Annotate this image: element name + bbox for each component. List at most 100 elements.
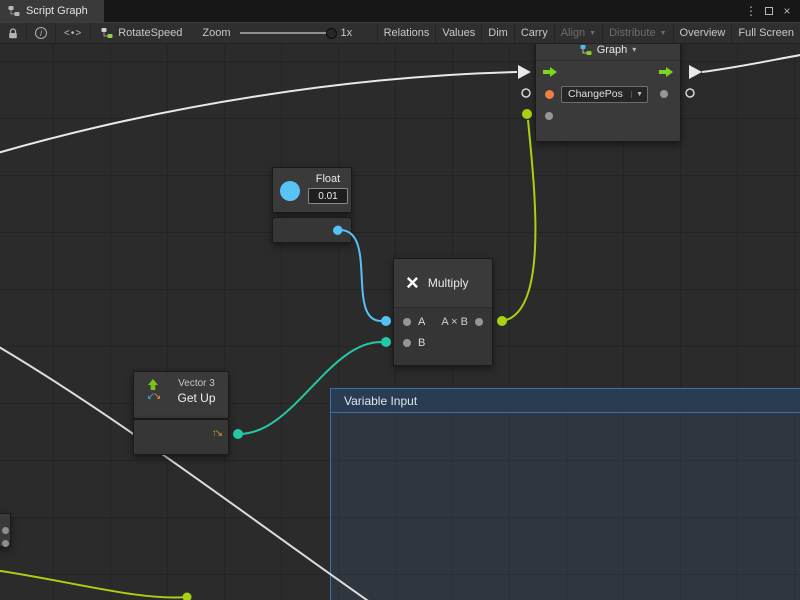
toolbar-button-overview[interactable]: Overview (673, 23, 732, 43)
float-node-content: Float (308, 173, 348, 207)
graph-icon (580, 44, 592, 56)
port-row-b: B (394, 332, 492, 353)
multiply-b-connection-dot[interactable] (381, 337, 391, 347)
flow-output-port-icon[interactable] (658, 66, 674, 78)
vector3-node[interactable]: ↙↘ Vector 3 Get Up (133, 371, 229, 419)
input-port-b[interactable] (403, 339, 411, 347)
graph-node-header[interactable]: Graph ▾ (536, 44, 680, 61)
float-node-body[interactable] (272, 217, 352, 243)
code-view-button[interactable]: <•> (56, 23, 91, 43)
bottom-wire-connection-dot[interactable] (183, 593, 192, 600)
close-button[interactable]: × (778, 0, 796, 22)
multiply-result-connection-dot[interactable] (497, 316, 507, 326)
window-menu-button[interactable]: ⋮ (742, 0, 760, 22)
input-port-a[interactable] (403, 318, 411, 326)
float-node-title: Float (316, 173, 340, 185)
titlebar-drag-area[interactable] (104, 0, 742, 22)
graph-toolbar: i <•> RotateSpeed Zoom 1x Relations (0, 22, 800, 44)
vector3-node-text: Vector 3 Get Up (171, 378, 222, 412)
button-label: Align (561, 27, 585, 39)
chevron-down-icon: ▼ (631, 91, 643, 98)
wire-float-to-multiply-a[interactable] (340, 230, 381, 321)
vector-output-connection-dot[interactable] (233, 429, 243, 439)
variable-input-group[interactable]: Variable Input (330, 388, 800, 600)
maximize-button[interactable] (760, 0, 778, 22)
port-label-b: B (418, 337, 425, 349)
button-label: Full Screen (738, 27, 794, 39)
script-graph-icon (8, 5, 20, 17)
tab-title: Script Graph (26, 5, 88, 17)
offscreen-node-port[interactable] (2, 534, 9, 552)
toolbar-button-fullscreen[interactable]: Full Screen (731, 23, 800, 43)
multiply-icon: × (406, 272, 419, 294)
titlebar: Script Graph ⋮ × (0, 0, 800, 22)
output-port-result[interactable] (475, 318, 483, 326)
graph-breadcrumb[interactable]: RotateSpeed (91, 23, 194, 43)
vector3-output-port[interactable]: ↑↘ (212, 429, 221, 439)
port-row-a: A A × B (394, 311, 492, 332)
float-node[interactable]: Float (272, 167, 352, 213)
toolbar-buttons: Relations Values Dim Carry Align ▼ Distr… (377, 23, 800, 43)
variable-input-header[interactable]: Variable Input (331, 389, 800, 413)
float-type-icon (280, 181, 300, 201)
script-graph-asset-icon (101, 27, 113, 39)
vector3-type-icon: ↙↘ (147, 392, 160, 401)
button-label: Dim (488, 27, 508, 39)
multiply-node-header[interactable]: × Multiply (394, 259, 492, 308)
event-port[interactable] (545, 90, 554, 99)
graph-input-connection-dot[interactable] (522, 109, 532, 119)
graph-node-title: Graph (597, 44, 628, 56)
window-controls: ⋮ × (742, 0, 800, 22)
port-label-result: A × B (441, 316, 468, 328)
unconnected-port-left[interactable] (522, 89, 530, 97)
arrow-down-right-icon: ↘ (153, 391, 159, 402)
vector3-node-body[interactable]: ↑↘ (133, 419, 229, 455)
flow-out-arrow-port[interactable] (689, 65, 702, 79)
vector3-node-title: Get Up (177, 391, 215, 405)
multiply-node[interactable]: × Multiply A A × B B (393, 258, 493, 366)
multiply-a-connection-dot[interactable] (381, 316, 391, 326)
chevron-down-icon: ▼ (589, 30, 596, 37)
event-row: ChangePos ▼ (536, 83, 680, 105)
zoom-slider-handle[interactable] (326, 28, 337, 39)
lock-button[interactable] (0, 23, 27, 43)
wire-flow-in[interactable] (0, 72, 517, 154)
float-output-port[interactable] (333, 226, 342, 235)
toolbar-button-align[interactable]: Align ▼ (554, 23, 602, 43)
button-label: Carry (521, 27, 548, 39)
info-button[interactable]: i (27, 23, 56, 43)
wire-multiply-to-graph[interactable] (502, 120, 535, 321)
event-dropdown-value: ChangePos (568, 88, 623, 100)
lock-icon (8, 28, 18, 39)
toolbar-button-dim[interactable]: Dim (481, 23, 514, 43)
toolbar-button-values[interactable]: Values (435, 23, 481, 43)
info-icon: i (35, 27, 47, 39)
toolbar-button-distribute[interactable]: Distribute ▼ (602, 23, 672, 43)
button-label: Distribute (609, 27, 655, 39)
graph-event-node[interactable]: Graph ▾ ChangePos ▼ (535, 44, 681, 142)
button-label: Values (442, 27, 475, 39)
unconnected-port-right[interactable] (686, 89, 694, 97)
value-port[interactable] (660, 90, 668, 98)
graph-canvas[interactable]: Variable Input Graph ▾ (0, 44, 800, 600)
button-label: Relations (384, 27, 430, 39)
graph-name: RotateSpeed (118, 27, 182, 39)
vector3-type-label: Vector 3 (178, 378, 215, 389)
flow-in-arrow-port[interactable] (518, 65, 531, 79)
flow-input-port-icon[interactable] (542, 66, 558, 78)
maximize-icon (765, 7, 773, 15)
toolbar-button-relations[interactable]: Relations (377, 23, 436, 43)
event-dropdown[interactable]: ChangePos ▼ (561, 86, 648, 103)
wire-bottom-left[interactable] (0, 570, 187, 598)
toolbar-button-carry[interactable]: Carry (514, 23, 554, 43)
zoom-slider[interactable] (240, 32, 332, 34)
arrow-down-right-icon: ↘ (215, 428, 221, 439)
flow-port-row (536, 61, 680, 83)
value-port[interactable] (545, 112, 553, 120)
button-label: Overview (680, 27, 726, 39)
chevron-down-icon: ▼ (660, 30, 667, 37)
tab-script-graph[interactable]: Script Graph (0, 0, 104, 22)
multiply-node-body: A A × B B (394, 308, 492, 365)
wire-flow-out[interactable] (702, 54, 800, 72)
float-value-input[interactable] (308, 188, 348, 204)
